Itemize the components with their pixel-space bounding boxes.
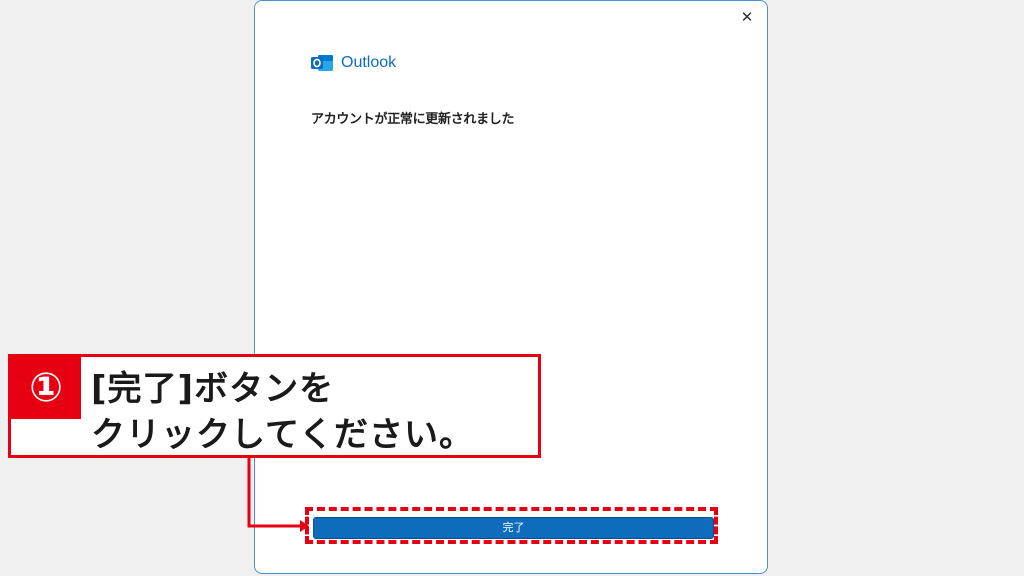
close-button[interactable]: ✕ <box>737 7 757 27</box>
account-setup-dialog: ✕ Outlook アカウントが正常に更新されました 完了 <box>254 0 768 574</box>
brand-header: Outlook <box>311 53 396 73</box>
outlook-icon <box>311 55 333 71</box>
instruction-line-1: [完了]ボタンを <box>91 369 335 409</box>
brand-label: Outlook <box>341 54 397 71</box>
close-icon: ✕ <box>740 8 754 26</box>
instruction-line-2: クリックしてください。 <box>91 415 474 455</box>
instruction-callout: ① [完了]ボタンを クリックしてください。 <box>8 354 541 458</box>
status-message: アカウントが正常に更新されました <box>311 112 515 127</box>
step-number-badge: ① <box>11 357 81 419</box>
finish-button-highlight <box>305 507 718 544</box>
